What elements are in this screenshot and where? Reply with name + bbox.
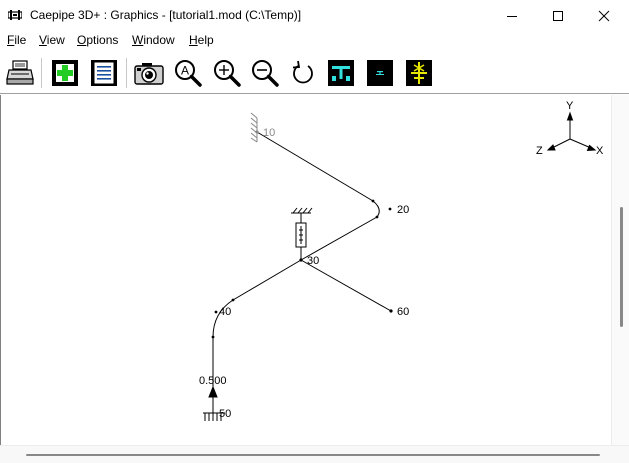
menu-bar: File View Options Window Help (0, 31, 629, 51)
maximize-icon (553, 10, 563, 21)
zoom-auto-icon: A (175, 60, 202, 87)
toolbar-separator (126, 58, 127, 88)
toolbar-separator (41, 58, 42, 88)
graphics-canvas[interactable]: 10 20 30 40 60 50 0.500 Y X Z (0, 95, 629, 450)
list-button[interactable] (88, 57, 120, 89)
menu-view[interactable]: View (39, 33, 65, 47)
node-label-60: 60 (397, 306, 409, 318)
vertical-scrollbar[interactable] (611, 95, 629, 445)
small-view-button[interactable] (364, 57, 396, 89)
title-bar: Caepipe 3D+ : Graphics - [tutorial1.mod … (0, 0, 629, 31)
toolbar: A (0, 52, 629, 94)
pipe-view-button[interactable] (325, 57, 357, 89)
minimize-button[interactable] (489, 0, 535, 31)
pipe-segments (212, 131, 392, 413)
node-dot-60 (389, 309, 393, 313)
zoom-out-icon (252, 60, 279, 87)
pipe-10-20 (256, 131, 374, 202)
small-view-icon (367, 60, 393, 86)
node-dot-bend20-b (375, 215, 379, 219)
elevation-label: 0.500 (199, 375, 227, 387)
zoom-out-button[interactable] (249, 57, 281, 89)
anchor-10-icon (250, 112, 258, 143)
maximize-button[interactable] (535, 0, 581, 31)
add-icon (52, 60, 78, 86)
node-label-30: 30 (307, 255, 319, 267)
pipe-30-40 (232, 259, 302, 301)
axis-label-z: Z (536, 145, 543, 157)
node-dot-bend40-b (211, 335, 215, 339)
close-icon (598, 10, 610, 21)
zoom-auto-button[interactable]: A (172, 57, 204, 89)
node-dot-20 (388, 207, 392, 211)
pipe-model-drawing: 10 20 30 40 60 50 0.500 Y X Z (199, 100, 604, 421)
zoom-auto-letter: A (181, 64, 189, 78)
node-dot-10 (255, 130, 259, 134)
menu-help[interactable]: Help (189, 33, 214, 47)
print-icon (6, 60, 34, 85)
camera-icon (134, 63, 164, 85)
minimize-icon (507, 15, 517, 17)
axial-view-button[interactable] (403, 57, 435, 89)
add-button[interactable] (49, 57, 81, 89)
pipe-30-60 (300, 259, 392, 312)
node-label-10: 10 (263, 127, 275, 139)
axis-triad (546, 111, 597, 152)
rotate-button[interactable] (287, 57, 319, 89)
menu-options[interactable]: Options (77, 33, 118, 47)
close-button[interactable] (581, 0, 627, 31)
horizontal-scroll-thumb[interactable] (26, 454, 600, 456)
bend-20 (372, 200, 380, 218)
node-label-20: 20 (397, 204, 409, 216)
node-label-50: 50 (219, 408, 231, 420)
pipe-view-icon (328, 60, 354, 86)
horizontal-scrollbar[interactable] (0, 445, 629, 463)
rotate-icon (292, 60, 313, 84)
axial-view-icon (406, 60, 432, 86)
zoom-in-button[interactable] (211, 57, 243, 89)
zoom-in-icon (214, 60, 241, 87)
app-icon (8, 10, 22, 20)
node-label-40: 40 (219, 306, 231, 318)
hanger-30-icon (291, 207, 313, 260)
vertical-scroll-thumb[interactable] (620, 207, 623, 327)
axis-label-x: X (596, 145, 604, 157)
menu-window[interactable]: Window (132, 33, 175, 47)
pipe-20-30 (300, 216, 378, 261)
window-title: Caepipe 3D+ : Graphics - [tutorial1.mod … (30, 8, 302, 22)
node-dot-40 (214, 310, 218, 314)
list-icon (91, 60, 117, 86)
axis-label-y: Y (566, 100, 574, 112)
menu-file[interactable]: File (7, 33, 26, 47)
print-button[interactable] (4, 57, 36, 89)
node-dot-bend20-a (371, 199, 375, 203)
node-dot-bend40-a (231, 298, 235, 302)
camera-button[interactable] (133, 57, 165, 89)
